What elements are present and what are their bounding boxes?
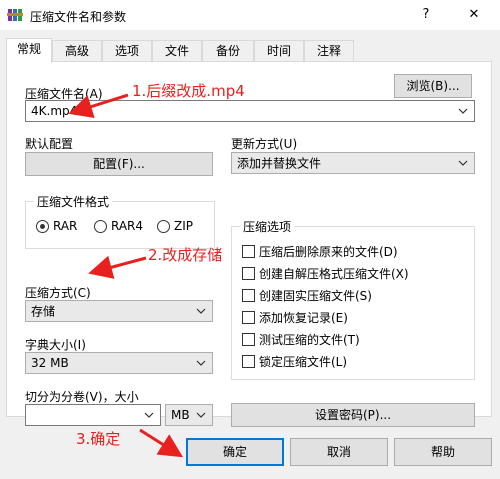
radio-unselected [94,219,107,233]
archive-format-legend: 压缩文件格式 [34,193,113,210]
winrar-app-icon [7,9,23,21]
annotation-step1: 1.后缀改成.mp4 [132,82,245,100]
split-unit-select[interactable]: MB [165,404,213,426]
default-profile-label: 默认配置 [25,137,74,151]
lock-archive-label: 锁定压缩文件(L) [259,355,348,369]
help-title-button[interactable]: ? [404,0,448,30]
ok-button[interactable]: 确定 [186,438,284,466]
checkbox-unchecked [242,355,255,368]
browse-button[interactable]: 浏览(B)... [394,74,472,98]
tab-backup[interactable]: 备份 [202,40,254,62]
chevron-down-icon [196,360,206,366]
create-solid-label: 创建固实压缩文件(S) [259,289,372,303]
update-mode-value: 添加并替换文件 [237,156,322,171]
profiles-button[interactable]: 配置(F)... [25,152,213,176]
tab-general[interactable]: 常规 [6,38,52,63]
chevron-down-icon [458,160,468,166]
dictionary-size-select[interactable]: 32 MB [25,352,213,374]
split-volumes-label: 切分为分卷(V)，大小 [25,390,139,404]
checkbox-unchecked [242,289,255,302]
title-bar: 压缩文件名和参数 ? ✕ [0,0,500,30]
create-sfx-label: 创建自解压格式压缩文件(X) [259,267,409,281]
tab-options[interactable]: 选项 [102,40,152,62]
delete-after-archiving-label: 压缩后删除原来的文件(D) [259,245,398,259]
format-zip-radio[interactable]: ZIP [157,219,193,233]
annotation-step3: 3.确定 [76,430,121,448]
archiving-options-legend: 压缩选项 [240,218,295,235]
cancel-button[interactable]: 取消 [290,438,388,466]
compression-method-select[interactable]: 存储 [25,300,213,322]
test-archived-files-checkbox[interactable]: 测试压缩的文件(T) [242,331,360,348]
help-button[interactable]: 帮助 [394,438,492,466]
compression-method-value: 存储 [31,304,56,319]
add-recovery-record-label: 添加恢复记录(E) [259,311,348,325]
format-rar4-label: RAR4 [111,219,144,233]
archive-name-value: 4K.mp4 [31,104,78,118]
format-rar-label: RAR [53,219,78,233]
chevron-down-icon [196,308,206,314]
checkbox-unchecked [242,311,255,324]
compression-method-label: 压缩方式(C) [25,286,91,300]
checkbox-unchecked [242,245,255,258]
chevron-down-icon [458,108,468,114]
dictionary-size-value: 32 MB [31,356,69,370]
lock-archive-checkbox[interactable]: 锁定压缩文件(L) [242,353,347,370]
radio-unselected [157,219,170,233]
add-recovery-record-checkbox[interactable]: 添加恢复记录(E) [242,309,348,326]
radio-selected [36,219,49,233]
create-sfx-checkbox[interactable]: 创建自解压格式压缩文件(X) [242,265,409,282]
dialog-body: 常规 高级 选项 文件 备份 时间 注释 压缩文件名(A) 浏览(B)... 4… [0,30,500,479]
tab-files[interactable]: 文件 [152,40,202,62]
annotation-step2: 2.改成存储 [148,246,223,264]
close-button[interactable]: ✕ [452,0,496,30]
tab-advanced[interactable]: 高级 [52,40,102,62]
chevron-down-icon [144,412,154,418]
update-mode-select[interactable]: 添加并替换文件 [231,152,475,174]
archive-name-field[interactable]: 4K.mp4 [25,100,475,122]
archive-format-group: 压缩文件格式 RAR RAR4 ZIP [25,193,215,249]
checkbox-unchecked [242,267,255,280]
split-unit-value: MB [171,408,190,422]
format-rar-radio[interactable]: RAR [36,219,77,233]
checkbox-unchecked [242,333,255,346]
split-volumes-input[interactable] [25,404,161,426]
general-panel: 压缩文件名(A) 浏览(B)... 4K.mp4 默认配置 配置(F)... 更… [6,61,492,427]
chevron-down-icon [196,412,206,418]
tab-comment[interactable]: 注释 [304,40,354,62]
archiving-options-group: 压缩选项 压缩后删除原来的文件(D) 创建自解压格式压缩文件(X) 创建固实压缩… [231,218,475,380]
set-password-button[interactable]: 设置密码(P)... [231,403,475,427]
dictionary-size-label: 字典大小(I) [25,338,86,352]
format-rar4-radio[interactable]: RAR4 [94,219,143,233]
window-title: 压缩文件名和参数 [30,10,127,24]
update-mode-label: 更新方式(U) [231,137,298,151]
create-solid-checkbox[interactable]: 创建固实压缩文件(S) [242,287,372,304]
test-archived-files-label: 测试压缩的文件(T) [259,333,360,347]
tab-time[interactable]: 时间 [254,40,304,62]
delete-after-archiving-checkbox[interactable]: 压缩后删除原来的文件(D) [242,243,398,260]
format-zip-label: ZIP [174,219,193,233]
